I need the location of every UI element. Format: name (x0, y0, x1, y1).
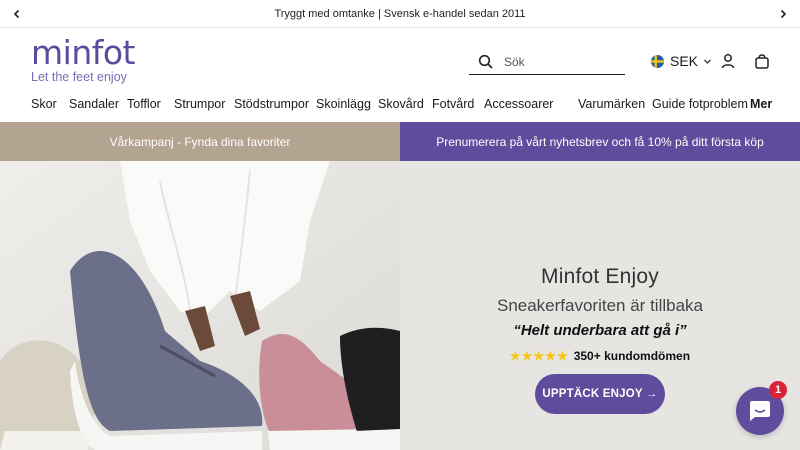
nav-item-accessoarer[interactable]: Accessoarer (484, 97, 553, 111)
hero-quote: “Helt underbara att gå i” (513, 322, 687, 339)
main-nav: Skor Sandaler Tofflor Strumpor Stödstrum… (0, 90, 800, 120)
announcement-bar: Tryggt med omtanke | Svensk e-handel sed… (0, 0, 800, 28)
hero-title: Minfot Enjoy (541, 265, 659, 288)
shopping-bag-icon[interactable] (754, 53, 770, 69)
logo-wordmark: minfot (31, 33, 135, 72)
currency-selector[interactable]: SEK (651, 53, 712, 69)
nav-item-tofflor[interactable]: Tofflor (127, 97, 161, 111)
hero-image (0, 161, 400, 450)
review-count: 350+ kundomdömen (573, 349, 691, 363)
nav-item-fotvard[interactable]: Fotvård (432, 97, 474, 111)
chevron-right-icon (780, 9, 787, 19)
chevron-down-icon (704, 59, 711, 64)
chat-icon (750, 401, 770, 421)
hero-rating: ★★★★★ 350+ kundomdömen (400, 349, 800, 363)
nav-item-mer[interactable]: Mer (750, 97, 772, 111)
search-icon[interactable] (478, 54, 494, 70)
nav-item-strumpor[interactable]: Strumpor (174, 97, 225, 111)
nav-item-sandaler[interactable]: Sandaler (69, 97, 119, 111)
currency-label: SEK (670, 53, 699, 69)
user-icon[interactable] (720, 53, 736, 69)
announcement-text: Tryggt med omtanke | Svensk e-handel sed… (274, 7, 526, 20)
search-input[interactable] (504, 54, 614, 69)
promo-banner-spring[interactable]: Vårkampanj - Fynda dina favoriter (0, 122, 400, 161)
promo-newsletter-text: Prenumerera på vårt nyhetsbrev och få 10… (436, 134, 764, 149)
nav-item-skor[interactable]: Skor (31, 97, 57, 111)
nav-item-varumarken[interactable]: Varumärken (578, 97, 645, 111)
logo-tagline: Let the feet enjoy (31, 70, 127, 84)
nav-item-skoinlagg[interactable]: Skoinlägg (316, 97, 371, 111)
announcement-next-button[interactable] (769, 0, 797, 28)
hero-subtitle: Sneakerfavoriten är tillbaka (496, 296, 703, 315)
nav-item-guide-fotproblem[interactable]: Guide fotproblem (652, 97, 748, 111)
promo-banner-newsletter[interactable]: Prenumerera på vårt nyhetsbrev och få 10… (400, 122, 800, 161)
star-rating-icon: ★★★★★ (509, 349, 569, 363)
nav-item-stodstrumpor[interactable]: Stödstrumpor (234, 97, 309, 111)
announcement-prev-button[interactable] (3, 0, 31, 28)
chat-notification-badge: 1 (769, 381, 787, 399)
search-bar (469, 49, 625, 75)
discover-enjoy-button[interactable]: UPPTÄCK ENJOY → (535, 374, 665, 414)
site-logo[interactable]: minfot Let the feet enjoy (31, 33, 141, 84)
nav-item-skovard[interactable]: Skovård (378, 97, 424, 111)
sweden-flag-icon (651, 54, 664, 68)
chevron-left-icon (13, 9, 20, 19)
promo-spring-text: Vårkampanj - Fynda dina favoriter (109, 134, 291, 149)
